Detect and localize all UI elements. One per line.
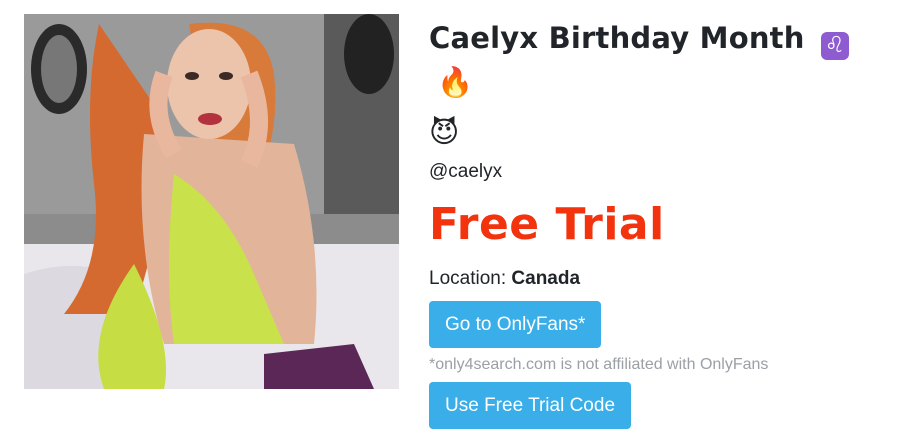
affiliation-disclaimer: *only4search.com is not affiliated with … (429, 356, 769, 373)
profile-photo-image (24, 14, 399, 389)
leo-zodiac-icon: ♌ (820, 32, 849, 60)
go-to-onlyfans-button[interactable]: Go to OnlyFans* (429, 301, 602, 348)
smiling-devil-icon: 😈 (429, 115, 460, 149)
location-value: Canada (511, 268, 581, 289)
free-trial-label: Free Trial (429, 199, 665, 250)
profile-info: Caelyx Birthday Month ♌ 🔥 😈 @caelyx Free… (429, 16, 869, 429)
profile-photo (24, 14, 399, 389)
fire-icon: 🔥 (437, 65, 474, 99)
location: Location: Canada (429, 266, 869, 292)
location-label: Location: (429, 268, 507, 289)
profile-handle: @caelyx (429, 161, 503, 182)
profile-name: Caelyx Birthday Month (429, 21, 805, 55)
profile-title: Caelyx Birthday Month ♌ 🔥 😈 (429, 16, 869, 154)
